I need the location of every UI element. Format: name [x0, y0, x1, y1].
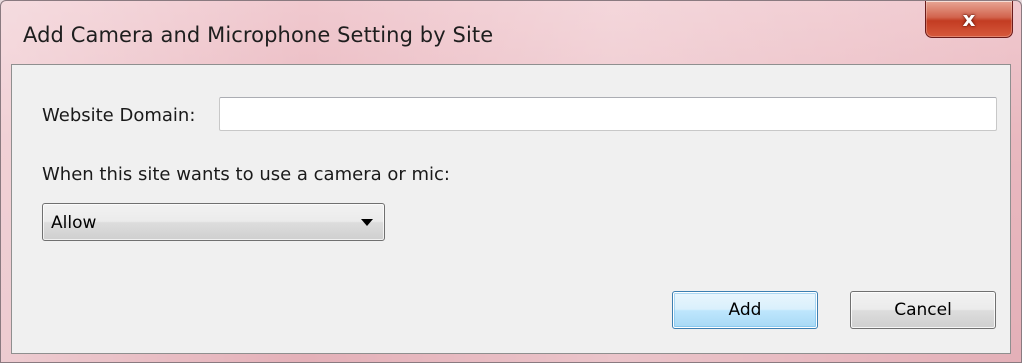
close-icon: x: [962, 7, 976, 31]
dialog-title: Add Camera and Microphone Setting by Sit…: [23, 23, 494, 47]
permission-label: When this site wants to use a camera or …: [42, 164, 450, 185]
add-button[interactable]: Add: [672, 291, 818, 329]
permission-selected-value: Allow: [51, 213, 97, 233]
website-domain-input[interactable]: [219, 97, 997, 131]
permission-dropdown[interactable]: Allow: [42, 203, 385, 241]
title-bar[interactable]: Add Camera and Microphone Setting by Sit…: [1, 1, 1021, 63]
dialog-window: Add Camera and Microphone Setting by Sit…: [0, 0, 1022, 363]
close-button[interactable]: x: [925, 1, 1013, 38]
chevron-down-icon: [361, 219, 373, 226]
cancel-button[interactable]: Cancel: [850, 291, 996, 329]
website-domain-label: Website Domain:: [42, 105, 196, 126]
dialog-body: Website Domain: When this site wants to …: [11, 64, 1011, 354]
